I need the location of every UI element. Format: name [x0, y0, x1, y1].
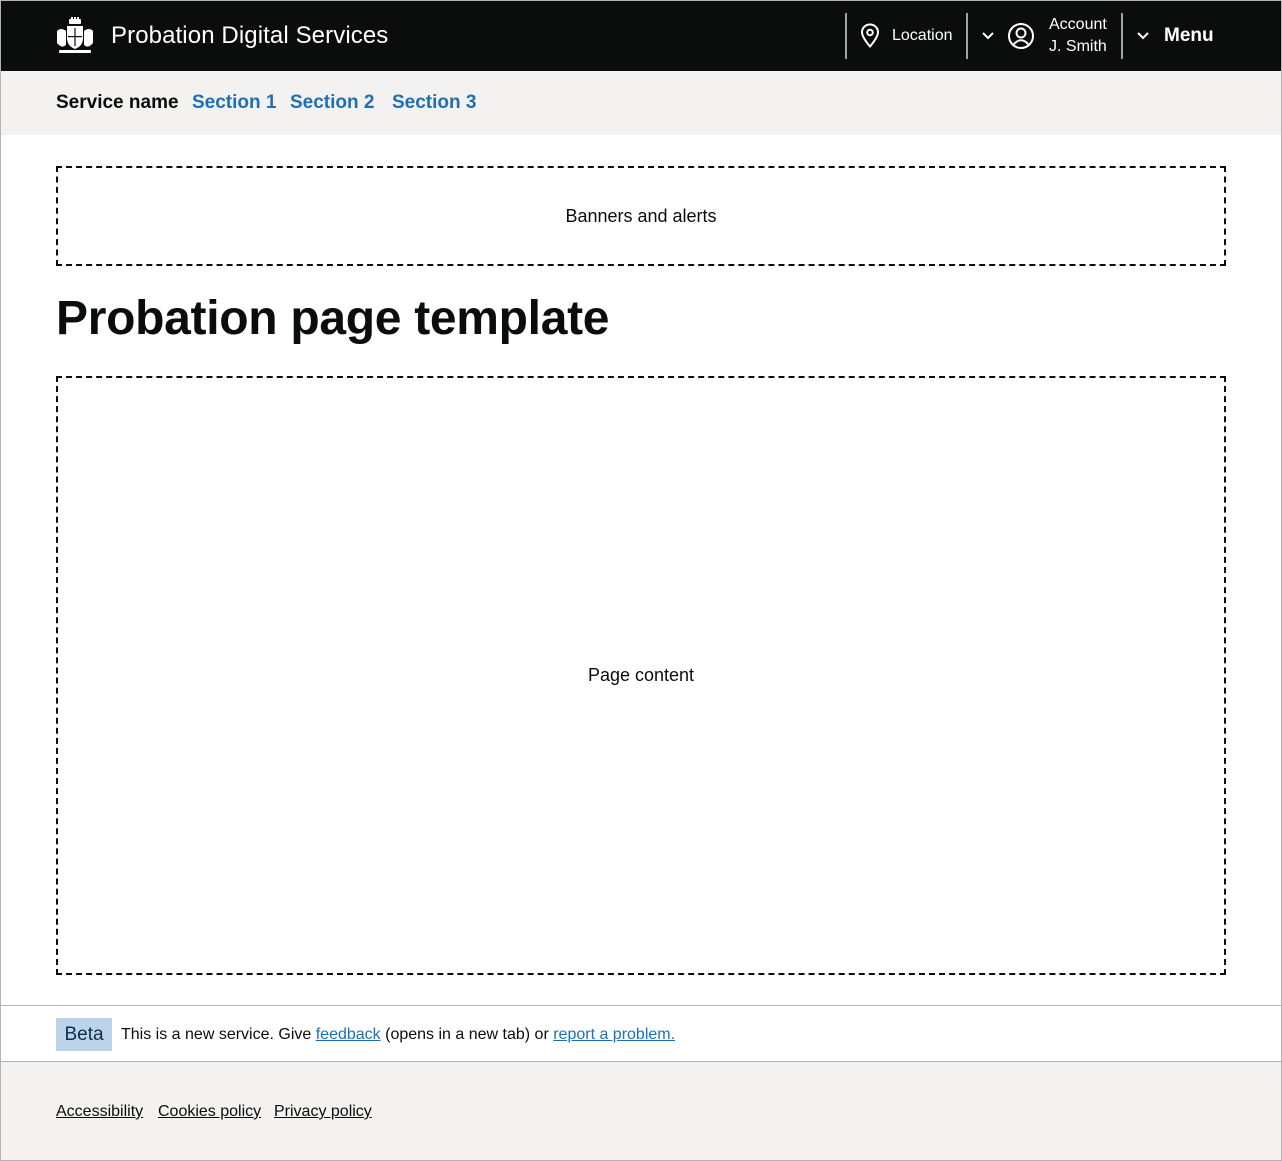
page-content-placeholder: Page content [56, 376, 1226, 975]
page-title: Probation page template [56, 292, 610, 345]
phase-tag: Beta [56, 1018, 112, 1051]
banners-placeholder: Banners and alerts [56, 166, 1226, 266]
header-divider [845, 13, 847, 59]
service-navigation: Service name Section 1 Section 2 Section… [1, 71, 1281, 135]
header-divider [966, 13, 968, 59]
phase-banner: Beta This is a new service. Give feedbac… [1, 1005, 1281, 1061]
footer-link-accessibility[interactable]: Accessibility [56, 1102, 143, 1122]
account-icon [1008, 23, 1034, 49]
site-header: Probation Digital Services Location Acco… [1, 1, 1281, 71]
site-footer: Accessibility Cookies policy Privacy pol… [1, 1061, 1281, 1160]
banners-placeholder-label: Banners and alerts [565, 205, 717, 226]
feedback-link[interactable]: feedback [316, 1026, 381, 1043]
account-name: J. Smith [1049, 38, 1107, 55]
chevron-down-icon[interactable] [1136, 31, 1150, 41]
menu-button[interactable]: Menu [1164, 25, 1214, 47]
location-button[interactable]: Location [892, 26, 953, 46]
phase-text-middle: (opens in a new tab) or [380, 1026, 554, 1043]
phase-text-before: This is a new service. Give [121, 1026, 316, 1043]
nav-link-section-2[interactable]: Section 2 [290, 92, 374, 114]
footer-link-privacy[interactable]: Privacy policy [274, 1102, 372, 1122]
report-problem-link[interactable]: report a problem. [553, 1026, 675, 1043]
chevron-down-icon[interactable] [981, 31, 995, 41]
phase-banner-text: This is a new service. Give feedback (op… [121, 1025, 675, 1045]
royal-crest-icon [57, 17, 93, 53]
header-title[interactable]: Probation Digital Services [111, 21, 388, 51]
account-button[interactable]: Account [1049, 14, 1107, 36]
footer-link-cookies[interactable]: Cookies policy [158, 1102, 261, 1122]
header-divider [1121, 13, 1123, 59]
location-pin-icon [860, 23, 880, 49]
nav-link-section-3[interactable]: Section 3 [392, 92, 476, 114]
nav-link-section-1[interactable]: Section 1 [192, 92, 276, 114]
page-content-label: Page content [587, 665, 695, 685]
service-name: Service name [56, 92, 179, 113]
